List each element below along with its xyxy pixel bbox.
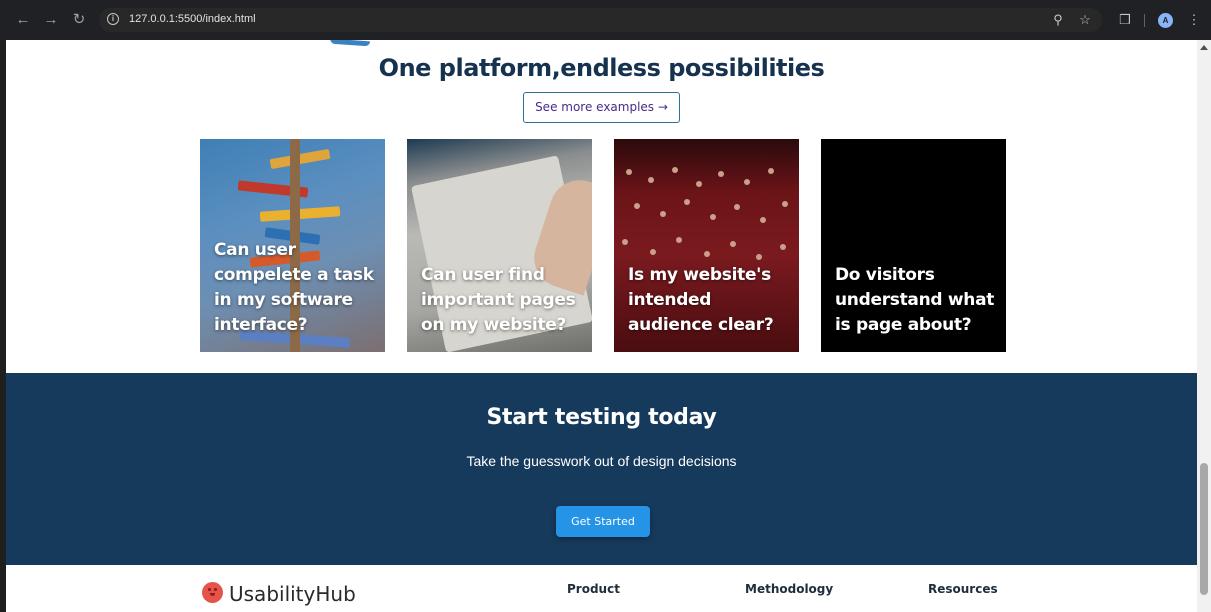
logo-text[interactable]: UsabilityHub [229,582,356,606]
bookmark-star-icon[interactable]: ☆ [1077,12,1093,28]
footer-link-resources[interactable]: Resources [928,582,998,596]
scroll-thumb[interactable] [1200,463,1208,595]
logo-face [207,588,218,596]
page-scrollbar[interactable] [1197,40,1211,612]
page-content: One platform,endless possibilities See m… [6,40,1197,612]
browser-toolbar: ← → ↻ i 127.0.0.1:5500/index.html ⚲ ☆ ❒ … [0,0,1211,40]
example-card[interactable]: Can user find important pages on my webs… [407,139,592,352]
cta-title: Start testing today [486,405,717,430]
reload-icon[interactable]: ↻ [70,11,88,29]
card-caption: Can user compelete a task in my software… [214,240,374,335]
card-caption: Do visitors understand what is page abou… [835,265,995,335]
card-caption: Is my website's intended audience clear? [628,265,774,335]
audience-illustration [614,159,799,279]
see-more-examples-button[interactable]: See more examples → [523,92,680,123]
footer-link-methodology[interactable]: Methodology [745,582,833,596]
address-bar[interactable]: i 127.0.0.1:5500/index.html ⚲ ☆ [99,8,1102,32]
site-info-icon[interactable]: i [107,13,119,25]
forward-arrow-icon[interactable]: → [42,11,60,29]
example-card[interactable]: Do visitors understand what is page abou… [821,139,1006,352]
example-card[interactable]: Is my website's intended audience clear? [614,139,799,352]
decorative-blob [329,40,371,47]
section-title: One platform,endless possibilities [378,54,825,82]
example-card[interactable]: Can user compelete a task in my software… [200,139,385,352]
back-arrow-icon[interactable]: ← [14,11,32,29]
card-caption: Can user find important pages on my webs… [421,265,576,335]
toolbar-divider [1144,14,1145,27]
scroll-up-arrow-icon[interactable] [1200,45,1208,50]
cta-section: Start testing today Take the guesswork o… [6,373,1197,565]
cta-subtitle: Take the guesswork out of design decisio… [466,453,737,469]
example-cards: Can user compelete a task in my software… [200,139,1006,352]
zoom-icon[interactable]: ⚲ [1050,12,1066,28]
footer-link-product[interactable]: Product [567,582,620,596]
footer: UsabilityHub Product Methodology Resourc… [6,565,1197,612]
get-started-button[interactable]: Get Started [556,506,650,537]
more-menu-icon[interactable]: ⋮ [1186,12,1202,28]
extensions-puzzle-icon[interactable]: ❒ [1117,12,1133,28]
logo-icon[interactable] [202,582,223,603]
url-text[interactable]: 127.0.0.1:5500/index.html [129,13,256,25]
profile-avatar[interactable]: A [1158,13,1173,28]
